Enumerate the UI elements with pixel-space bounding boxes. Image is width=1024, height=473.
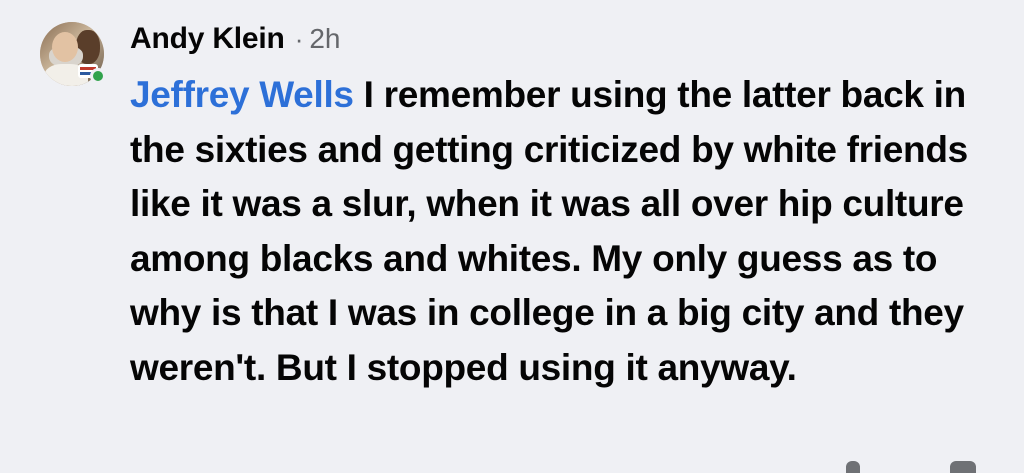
timestamp[interactable]: 2h	[309, 23, 340, 55]
comment-content: Andy Klein · 2h Jeffrey Wells I remember…	[130, 22, 1000, 395]
comment: Andy Klein · 2h Jeffrey Wells I remember…	[40, 22, 1000, 395]
avatar[interactable]	[40, 22, 106, 86]
online-dot-icon	[90, 68, 106, 84]
comment-text: I remember using the latter back in the …	[130, 74, 968, 388]
cut-off-icon	[950, 461, 976, 473]
separator-dot: ·	[294, 24, 304, 54]
author-name[interactable]: Andy Klein	[130, 22, 285, 56]
cut-off-icon	[846, 461, 860, 473]
comment-header: Andy Klein · 2h	[130, 22, 1000, 62]
comment-body: Jeffrey Wells I remember using the latte…	[130, 68, 1000, 395]
mention-link[interactable]: Jeffrey Wells	[130, 74, 354, 115]
